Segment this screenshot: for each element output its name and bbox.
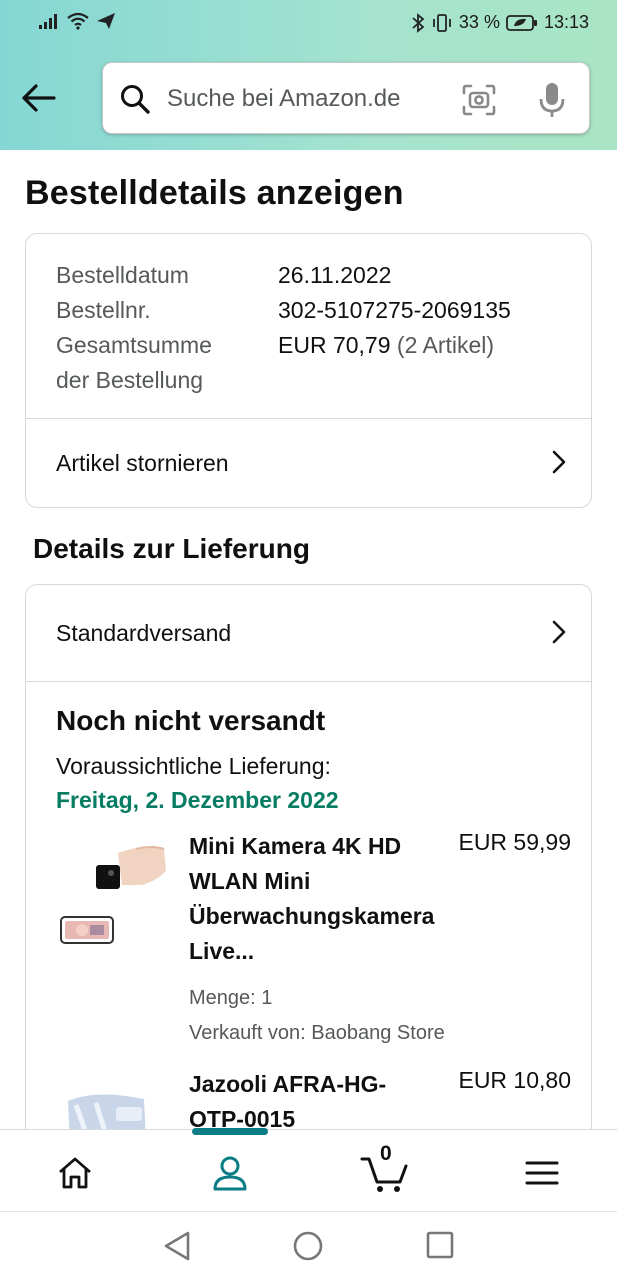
divider — [26, 681, 591, 682]
order-date-label: Bestelldatum — [56, 262, 189, 288]
order-details: Bestelldatum 26.11.2022 Bestellnr. 302-5… — [56, 258, 511, 398]
system-navigation-bar — [0, 1211, 617, 1280]
product-price: EUR 59,99 — [458, 829, 571, 855]
cancel-items-row[interactable]: Artikel stornieren — [26, 419, 591, 507]
order-item-count: (2 Artikel) — [396, 332, 495, 358]
cart-count-badge: 0 — [380, 1142, 392, 1165]
search-input[interactable] — [167, 81, 447, 117]
nav-home-button[interactable] — [50, 1148, 100, 1198]
battery-saver-icon — [506, 14, 537, 31]
active-tab-indicator — [192, 1128, 268, 1135]
shipping-method-row[interactable]: Standardversand — [26, 585, 591, 681]
product-price: EUR 10,80 — [458, 1067, 571, 1093]
nav-menu-button[interactable] — [517, 1148, 567, 1198]
user-icon — [213, 1156, 247, 1191]
search-icon — [121, 85, 150, 114]
product-quantity: Menge: 1 — [189, 987, 273, 1009]
send-icon — [97, 13, 115, 29]
shipping-method-label: Standardversand — [56, 619, 232, 646]
order-number-label: Bestellnr. — [56, 297, 151, 323]
vibrate-icon — [433, 13, 451, 32]
system-back-icon[interactable] — [162, 1230, 192, 1262]
order-number-value: 302-5107275-2069135 — [278, 297, 511, 323]
shipment-status: Noch nicht versandt — [56, 705, 326, 736]
microphone-icon[interactable] — [537, 81, 567, 119]
chevron-right-icon — [552, 450, 566, 474]
order-summary-card: Bestelldatum 26.11.2022 Bestellnr. 302-5… — [25, 233, 592, 508]
bottom-navigation: 0 — [0, 1128, 617, 1211]
battery-percent: 33 % — [458, 12, 500, 32]
order-total-value: EUR 70,79 (2 Artikel) — [278, 332, 495, 358]
chevron-right-icon — [552, 620, 566, 644]
app-header: 33 % 13:13 — [0, 0, 617, 150]
status-bar: 33 % 13:13 — [0, 0, 617, 48]
clock: 13:13 — [543, 12, 589, 32]
order-total-label: Gesamtsumme der Bestellung — [56, 332, 212, 393]
wifi-icon — [67, 12, 89, 30]
estimated-delivery-date: Freitag, 2. Dezember 2022 — [56, 787, 339, 813]
product-title[interactable]: Jazooli AFRA-HG- OTP-0015 — [189, 1067, 459, 1137]
home-icon — [59, 1157, 91, 1189]
product-title[interactable]: Mini Kamera 4K HD WLAN Mini Überwachungs… — [189, 829, 459, 969]
delivery-card: Standardversand Noch nicht versandt Vora… — [25, 584, 592, 1204]
estimated-delivery-label: Voraussichtliche Lieferung: — [56, 753, 331, 779]
cancel-items-label: Artikel stornieren — [56, 449, 229, 476]
back-button[interactable] — [18, 78, 58, 118]
page-title: Bestelldetails anzeigen — [25, 174, 404, 212]
nav-account-button[interactable] — [205, 1148, 255, 1198]
bluetooth-icon — [412, 12, 425, 33]
delivery-section-title: Details zur Lieferung — [33, 533, 310, 564]
signal-icon — [39, 14, 57, 29]
order-date-value: 26.11.2022 — [278, 262, 392, 288]
system-home-icon[interactable] — [292, 1230, 324, 1262]
nav-cart-button[interactable]: 0 — [358, 1142, 412, 1198]
search-bar[interactable] — [102, 62, 590, 134]
system-recents-icon[interactable] — [425, 1230, 455, 1260]
product-image[interactable] — [56, 841, 176, 961]
product-seller: Verkauft von: Baobang Store — [189, 1022, 445, 1044]
arrow-left-icon — [22, 84, 56, 112]
hamburger-menu-icon — [525, 1161, 559, 1185]
camera-scan-icon[interactable] — [461, 83, 497, 117]
